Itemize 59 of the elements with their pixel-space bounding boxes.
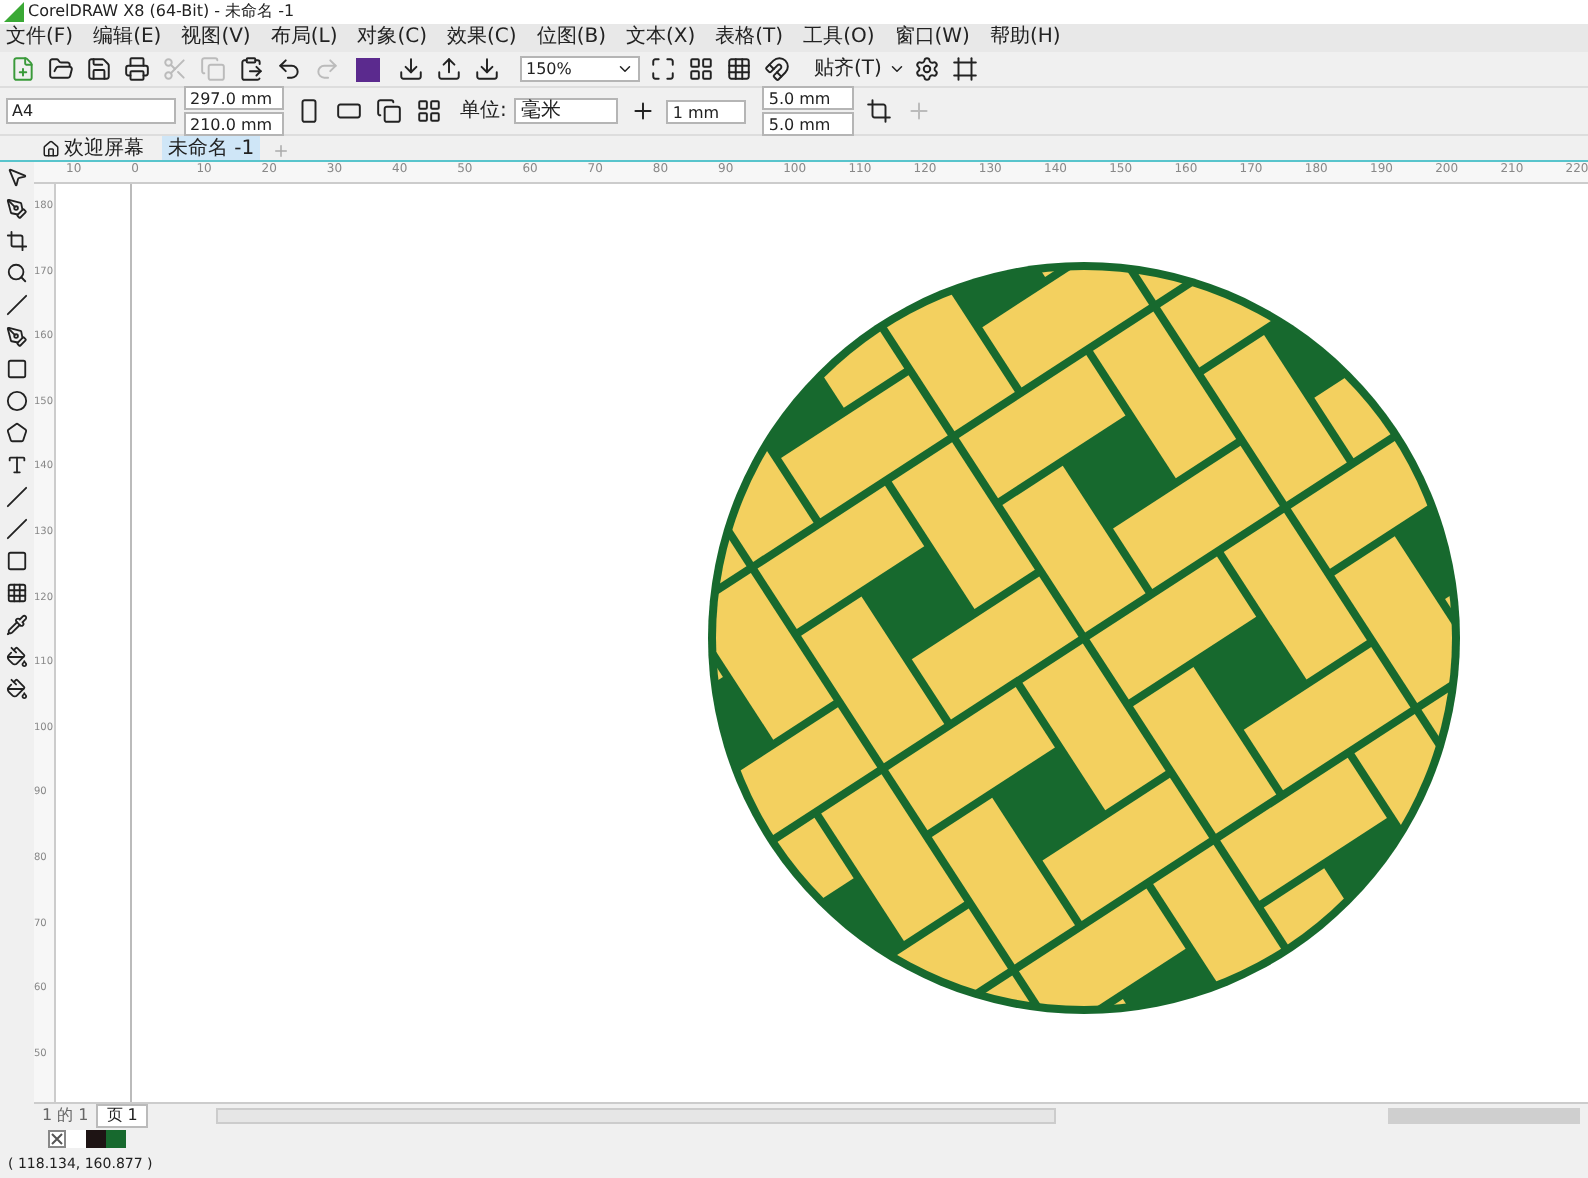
tool-icon[interactable] xyxy=(6,454,28,476)
save-icon[interactable] xyxy=(82,53,114,85)
grid-icon[interactable] xyxy=(722,53,754,85)
document-tab[interactable]: 欢迎屏幕 xyxy=(36,136,150,160)
units-dropdown[interactable]: 毫米 xyxy=(514,98,619,124)
page-height-field[interactable]: 210.0 mm xyxy=(184,112,284,136)
nudge-field[interactable]: 1 mm xyxy=(666,99,747,123)
menu-item[interactable]: 视图(V) xyxy=(181,26,251,50)
color-swatch[interactable] xyxy=(86,1129,106,1147)
duplicate-y-field[interactable]: 5.0 mm xyxy=(762,112,855,136)
tool-icon[interactable] xyxy=(6,614,28,636)
zoom-field[interactable]: 150% xyxy=(520,56,640,82)
tool-icon[interactable] xyxy=(6,326,28,348)
units-label: 单位: xyxy=(460,99,507,123)
tool-icon[interactable] xyxy=(6,582,28,604)
menu-item[interactable]: 文本(X) xyxy=(625,26,696,50)
settings-icon[interactable] xyxy=(911,53,944,85)
menu-item[interactable]: 位图(B) xyxy=(536,26,606,50)
duplicate-x-field[interactable]: 5.0 mm xyxy=(762,86,855,110)
horizontal-scrollbar[interactable] xyxy=(215,1107,1056,1123)
color-swatch[interactable] xyxy=(66,1129,86,1147)
menu-item[interactable]: 对象(C) xyxy=(357,26,428,50)
tool-icon[interactable] xyxy=(6,678,28,700)
print-icon[interactable] xyxy=(120,53,152,85)
tool-icon[interactable] xyxy=(6,390,28,412)
menu-item[interactable]: 效果(C) xyxy=(447,26,517,50)
snap-dropdown[interactable]: 贴齐(T) xyxy=(814,57,882,81)
full-screen-icon[interactable] xyxy=(646,53,678,85)
tool-icon[interactable] xyxy=(6,518,28,540)
menu-item[interactable]: 工具(O) xyxy=(803,26,875,50)
import-icon[interactable] xyxy=(394,53,426,85)
tool-icon[interactable] xyxy=(6,646,28,668)
menu-item[interactable]: 窗口(W) xyxy=(894,26,970,50)
no-color-swatch[interactable] xyxy=(48,1129,66,1147)
window-title: CorelDRAW X8 (64-Bit) - 未命名 -1 xyxy=(28,2,295,22)
color-swatch[interactable] xyxy=(106,1129,126,1147)
page-tab[interactable]: 页 1 xyxy=(96,1103,148,1127)
menu-item[interactable]: 帮助(H) xyxy=(989,26,1061,50)
page-size-dropdown[interactable]: A4 xyxy=(6,98,176,124)
tool-icon[interactable] xyxy=(6,166,28,188)
export-icon[interactable] xyxy=(432,53,464,85)
tool-icon[interactable] xyxy=(6,550,28,572)
tool-icon[interactable] xyxy=(6,294,28,316)
menu-item[interactable]: 文件(F) xyxy=(6,26,74,50)
home-icon xyxy=(42,139,60,157)
menu-item[interactable]: 表格(T) xyxy=(715,26,784,50)
menu-item[interactable]: 编辑(E) xyxy=(93,26,162,50)
tool-icon[interactable] xyxy=(6,230,28,252)
scroll-thumb[interactable] xyxy=(1388,1107,1580,1123)
tool-icon[interactable] xyxy=(6,422,28,444)
tool-icon[interactable] xyxy=(6,358,28,380)
open-icon[interactable] xyxy=(44,53,76,85)
page-width-field[interactable]: 297.0 mm xyxy=(184,86,284,110)
tool-icon[interactable] xyxy=(6,486,28,508)
tool-icon[interactable] xyxy=(6,262,28,284)
tool-icon[interactable] xyxy=(6,198,28,220)
page-navigation[interactable]: 1 的 1 xyxy=(42,1105,89,1125)
menu-item[interactable]: 布局(L) xyxy=(270,26,338,50)
document-tab[interactable]: 未命名 -1 xyxy=(162,136,261,160)
